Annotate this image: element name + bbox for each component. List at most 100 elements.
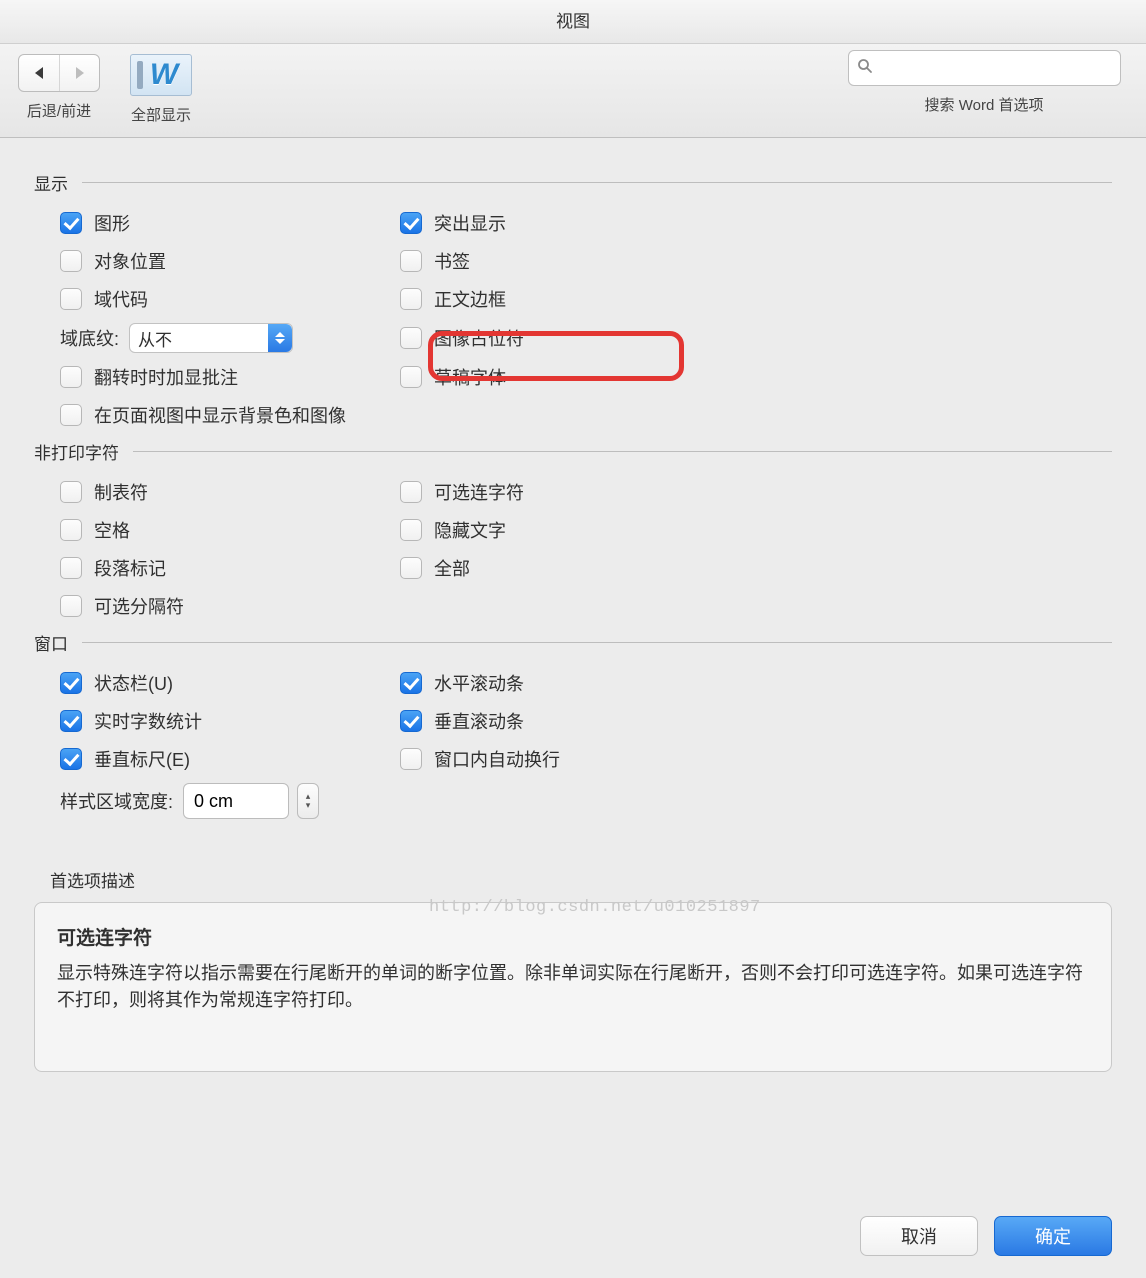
nonprint-grid: 制表符 可选连字符 空格 隐藏文字 段落标记 全部 可选分隔符 xyxy=(34,478,1112,620)
checkbox-tab[interactable] xyxy=(60,481,82,503)
cb-graphics: 图形 xyxy=(60,209,400,237)
checkbox-vruler[interactable] xyxy=(60,748,82,770)
checkbox-graphics[interactable] xyxy=(60,212,82,234)
label-bookmark: 书签 xyxy=(434,248,470,274)
cb-vruler: 垂直标尺(E) xyxy=(60,745,400,773)
cb-flipcomment: 翻转时时加显批注 xyxy=(60,363,400,391)
display-grid: 图形 突出显示 对象位置 书签 域代码 正文边框 域底纹: 从不 图像占位符 翻… xyxy=(34,209,1112,429)
footer: 取消 确定 xyxy=(860,1216,1112,1256)
cb-hidden: 隐藏文字 xyxy=(400,516,1112,544)
label-opt-hyphen: 可选连字符 xyxy=(434,479,524,505)
checkbox-opt-hyphen[interactable] xyxy=(400,481,422,503)
cb-textbound: 正文边框 xyxy=(400,285,1112,313)
checkbox-hscroll[interactable] xyxy=(400,672,422,694)
cancel-button[interactable]: 取消 xyxy=(860,1216,978,1256)
cb-tab: 制表符 xyxy=(60,478,400,506)
cb-bgimage: 在页面视图中显示背景色和图像 xyxy=(60,401,1112,429)
cb-fieldcodes: 域代码 xyxy=(60,285,400,313)
show-all-label: 全部显示 xyxy=(131,104,191,125)
checkbox-vscroll[interactable] xyxy=(400,710,422,732)
nav-label: 后退/前进 xyxy=(27,100,91,121)
forward-button[interactable] xyxy=(59,55,99,91)
divider xyxy=(82,182,1112,183)
cb-hscroll: 水平滚动条 xyxy=(400,669,1112,697)
search-input[interactable] xyxy=(879,59,1112,77)
cb-all: 全部 xyxy=(400,554,1112,582)
label-hidden: 隐藏文字 xyxy=(434,517,506,543)
checkbox-statusbar[interactable] xyxy=(60,672,82,694)
checkbox-paramark[interactable] xyxy=(60,557,82,579)
section-window-head: 窗口 xyxy=(34,630,1112,655)
word-w-icon: W xyxy=(150,58,178,92)
cb-imageplaceholder: 图像占位符 xyxy=(400,323,1112,353)
show-all-button[interactable]: W xyxy=(130,54,192,96)
checkbox-wordcount[interactable] xyxy=(60,710,82,732)
label-imageplaceholder: 图像占位符 xyxy=(434,325,524,351)
style-width-label: 样式区域宽度: xyxy=(60,788,173,814)
checkbox-fieldcodes[interactable] xyxy=(60,288,82,310)
checkbox-draftfont[interactable] xyxy=(400,366,422,388)
description-header: 首选项描述 xyxy=(50,867,1112,892)
checkbox-bookmark[interactable] xyxy=(400,250,422,272)
checkbox-highlight[interactable] xyxy=(400,212,422,234)
checkbox-bgimage[interactable] xyxy=(60,404,82,426)
search-label: 搜索 Word 首选项 xyxy=(925,94,1044,115)
cb-highlight: 突出显示 xyxy=(400,209,1112,237)
checkbox-all[interactable] xyxy=(400,557,422,579)
description-body: 显示特殊连字符以指示需要在行尾断开的单词的断字位置。除非单词实际在行尾断开，否则… xyxy=(57,960,1089,1014)
checkbox-wrap[interactable] xyxy=(400,748,422,770)
cb-optsep: 可选分隔符 xyxy=(60,592,1112,620)
checkbox-space[interactable] xyxy=(60,519,82,541)
cb-space: 空格 xyxy=(60,516,400,544)
checkbox-hidden[interactable] xyxy=(400,519,422,541)
back-button[interactable] xyxy=(19,55,59,91)
label-vscroll: 垂直滚动条 xyxy=(434,708,524,734)
cb-draftfont: 草稿字体 xyxy=(400,363,1112,391)
label-fieldcodes: 域代码 xyxy=(94,286,148,312)
label-highlight: 突出显示 xyxy=(434,210,506,236)
divider xyxy=(82,642,1112,643)
section-display-title: 显示 xyxy=(34,170,68,195)
triangle-right-icon xyxy=(74,66,86,80)
label-space: 空格 xyxy=(94,517,130,543)
style-width-stepper[interactable]: ▴ ▾ xyxy=(297,783,319,819)
field-shading-value: 从不 xyxy=(138,326,172,351)
checkbox-imageplaceholder[interactable] xyxy=(400,327,422,349)
style-width-input[interactable] xyxy=(183,783,289,819)
checkbox-textbound[interactable] xyxy=(400,288,422,310)
description-title: 可选连字符 xyxy=(57,923,1089,950)
stepper-down-icon: ▾ xyxy=(306,801,311,810)
toolbar: 后退/前进 W 全部显示 搜索 Word 首选项 xyxy=(0,44,1146,138)
checkbox-objpos[interactable] xyxy=(60,250,82,272)
label-paramark: 段落标记 xyxy=(94,555,166,581)
style-width-row: 样式区域宽度: ▴ ▾ xyxy=(34,783,1112,819)
label-textbound: 正文边框 xyxy=(434,286,506,312)
section-display-head: 显示 xyxy=(34,170,1112,195)
label-statusbar: 状态栏(U) xyxy=(94,670,173,696)
label-hscroll: 水平滚动条 xyxy=(434,670,524,696)
checkbox-optsep[interactable] xyxy=(60,595,82,617)
label-objpos: 对象位置 xyxy=(94,248,166,274)
label-all: 全部 xyxy=(434,555,470,581)
cb-wordcount: 实时字数统计 xyxy=(60,707,400,735)
ok-button[interactable]: 确定 xyxy=(994,1216,1112,1256)
divider xyxy=(133,451,1112,452)
checkbox-flipcomment[interactable] xyxy=(60,366,82,388)
content: 显示 图形 突出显示 对象位置 书签 域代码 正文边框 域底纹: 从不 图像占位… xyxy=(0,138,1146,1072)
show-all-group: W 全部显示 xyxy=(130,54,192,125)
watermark: http://blog.csdn.net/u010251897 xyxy=(429,898,761,917)
description-box: 可选连字符 显示特殊连字符以指示需要在行尾断开的单词的断字位置。除非单词实际在行… xyxy=(34,902,1112,1072)
search-box[interactable] xyxy=(848,50,1121,86)
label-optsep: 可选分隔符 xyxy=(94,593,184,619)
label-bgimage: 在页面视图中显示背景色和图像 xyxy=(94,402,346,428)
label-wrap: 窗口内自动换行 xyxy=(434,746,560,772)
field-shading-row: 域底纹: 从不 xyxy=(60,323,400,353)
section-nonprint-head: 非打印字符 xyxy=(34,439,1112,464)
section-nonprint-title: 非打印字符 xyxy=(34,439,119,464)
field-shading-select[interactable]: 从不 xyxy=(129,323,293,353)
nav-buttons xyxy=(18,54,100,92)
label-draftfont: 草稿字体 xyxy=(434,364,506,390)
search-wrap: 搜索 Word 首选项 xyxy=(844,50,1124,115)
cb-bookmark: 书签 xyxy=(400,247,1112,275)
label-wordcount: 实时字数统计 xyxy=(94,708,202,734)
